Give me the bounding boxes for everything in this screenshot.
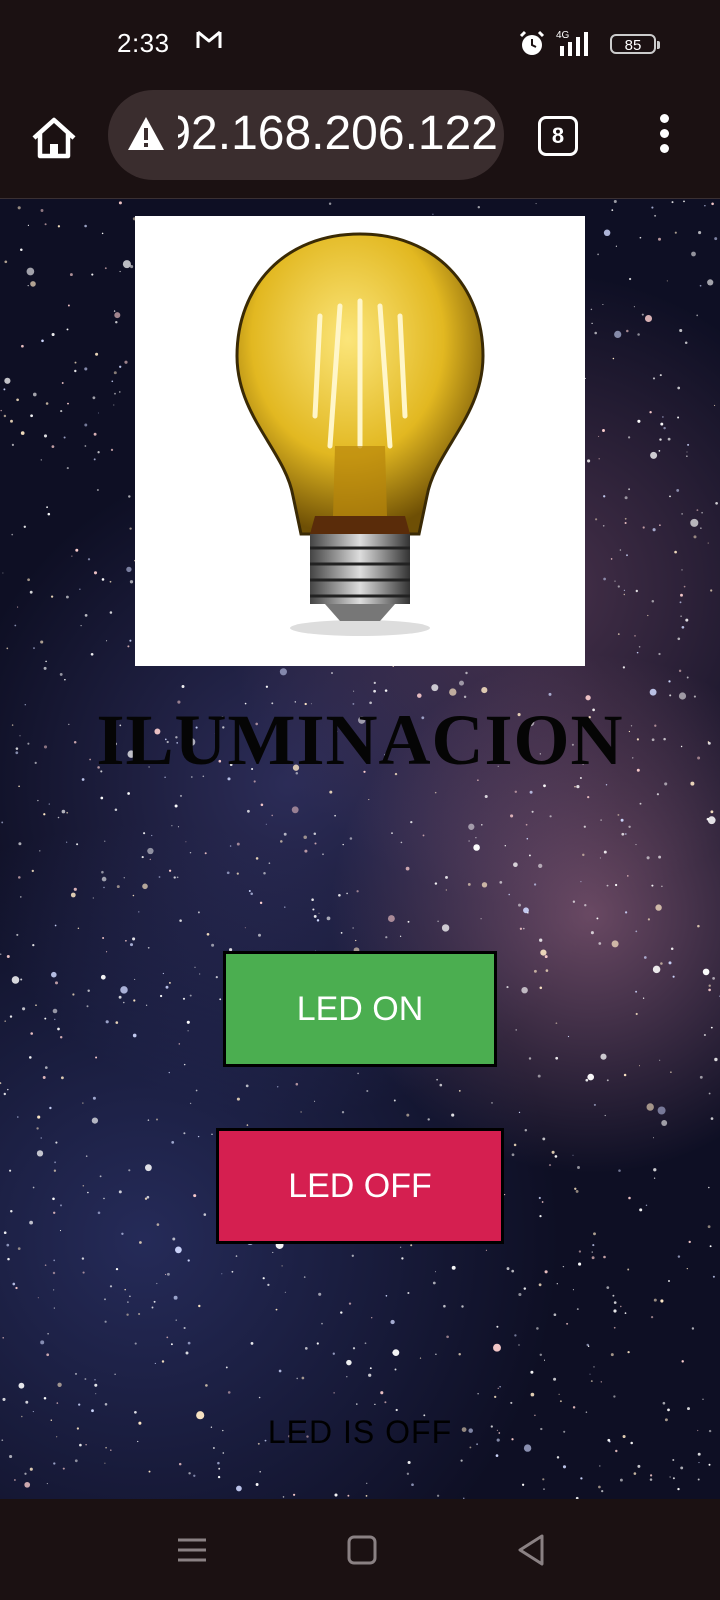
svg-text:4G: 4G xyxy=(556,30,570,41)
light-bulb-image xyxy=(135,216,585,666)
led-on-button[interactable]: LED ON xyxy=(223,951,497,1067)
status-bar: 2:33 4G 85 xyxy=(0,0,720,90)
battery-icon: 85 xyxy=(610,34,660,54)
4g-signal-icon: 4G xyxy=(556,30,588,56)
home-nav-icon[interactable] xyxy=(342,1530,382,1570)
web-page: ILUMINACION LED ON LED OFF LED IS OFF xyxy=(0,199,720,1499)
back-icon[interactable] xyxy=(512,1530,552,1570)
url-text[interactable]: 192.168.206.122 xyxy=(178,104,498,164)
url-bar[interactable]: 192.168.206.122 xyxy=(108,90,504,180)
alarm-icon xyxy=(519,30,545,55)
page-title: ILUMINACION xyxy=(96,700,624,780)
gmail-icon xyxy=(196,30,222,48)
home-icon[interactable] xyxy=(28,112,80,164)
status-time: 2:33 xyxy=(117,28,170,58)
recent-apps-icon[interactable] xyxy=(172,1530,212,1570)
system-nav-bar xyxy=(0,1500,720,1600)
overflow-menu-icon[interactable] xyxy=(652,114,676,158)
browser-toolbar: 192.168.206.122 8 xyxy=(0,90,720,199)
not-secure-warning-icon[interactable] xyxy=(126,114,166,154)
tabs-icon[interactable]: 8 xyxy=(538,116,578,156)
led-off-button[interactable]: LED OFF xyxy=(216,1128,504,1244)
led-status-text: LED IS OFF xyxy=(267,1414,453,1450)
